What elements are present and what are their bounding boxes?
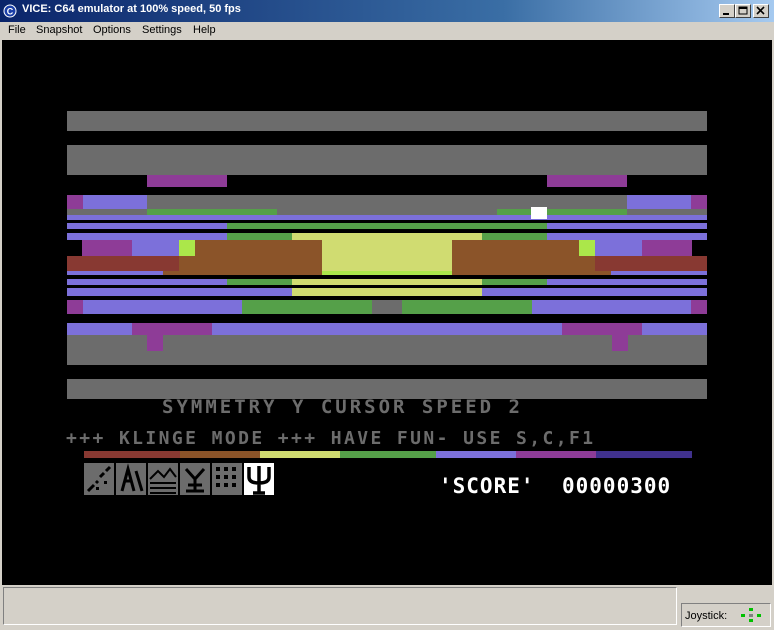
window-title: VICE: C64 emulator at 100% speed, 50 fps — [22, 3, 241, 15]
pattern-band — [67, 195, 83, 209]
menu-bar: File Snapshot Options Settings Help — [0, 22, 774, 40]
palette-swatch[interactable] — [84, 451, 180, 458]
close-icon — [756, 6, 765, 15]
maximize-icon — [738, 6, 748, 15]
pattern-band — [547, 175, 627, 187]
menu-settings[interactable]: Settings — [142, 24, 182, 36]
mode-status-text: +++ KLINGE MODE +++ HAVE FUN- USE S,C,F1 — [66, 428, 596, 449]
menu-snapshot[interactable]: Snapshot — [36, 24, 82, 36]
pattern-band — [67, 145, 707, 175]
pattern-band — [612, 335, 628, 351]
score-label: 'SCORE' — [439, 474, 535, 498]
palette-swatch[interactable] — [516, 451, 596, 458]
minimize-button[interactable] — [719, 4, 735, 18]
figure-tool-icon[interactable] — [116, 463, 146, 495]
landscape-tool-icon[interactable] — [148, 463, 178, 495]
pattern-band — [67, 111, 707, 131]
drawing-cursor — [531, 207, 547, 219]
menu-options[interactable]: Options — [93, 24, 131, 36]
pattern-band — [292, 288, 482, 296]
psi-tool-icon[interactable] — [244, 463, 274, 495]
menu-file[interactable]: File — [8, 24, 26, 36]
pattern-band — [147, 175, 227, 187]
title-bar[interactable]: C VICE: C64 emulator at 100% speed, 50 f… — [0, 0, 774, 22]
pattern-band — [691, 300, 707, 314]
status-bar: Joystick: — [0, 585, 774, 630]
pattern-band — [132, 323, 212, 335]
vice-window: C VICE: C64 emulator at 100% speed, 50 f… — [0, 0, 774, 630]
symmetry-tool-icon[interactable] — [180, 463, 210, 495]
pattern-band — [147, 335, 163, 351]
grid-tool-icon[interactable] — [212, 463, 242, 495]
svg-text:C: C — [7, 7, 14, 17]
palette-swatch[interactable] — [436, 451, 516, 458]
joystick-pane: Joystick: — [681, 603, 771, 627]
pattern-band — [292, 233, 482, 240]
symmetry-status-text: SYMMETRY Y CURSOR SPEED 2 — [162, 396, 523, 418]
brush-tool-icon[interactable] — [84, 463, 114, 495]
pattern-band — [67, 300, 83, 314]
palette-swatch[interactable] — [260, 451, 340, 458]
pattern-band — [691, 195, 707, 209]
minimize-icon — [723, 13, 729, 15]
c64-screen[interactable]: SYMMETRY Y CURSOR SPEED 2 +++ KLINGE MOD… — [2, 40, 772, 585]
pattern-band — [562, 323, 642, 335]
vice-app-icon[interactable]: C — [3, 4, 17, 18]
joystick-led-icon — [741, 608, 761, 622]
palette-swatch[interactable] — [596, 451, 692, 458]
pattern-band — [372, 300, 402, 314]
status-message-pane — [3, 587, 677, 625]
score-value: 00000300 — [562, 474, 672, 498]
pattern-band — [67, 335, 707, 365]
palette-swatch[interactable] — [180, 451, 260, 458]
pattern-band — [147, 195, 627, 209]
palette-swatch[interactable] — [340, 451, 436, 458]
close-button[interactable] — [753, 4, 769, 18]
maximize-button[interactable] — [735, 4, 751, 18]
joystick-label: Joystick: — [685, 610, 728, 622]
menu-help[interactable]: Help — [193, 24, 216, 36]
